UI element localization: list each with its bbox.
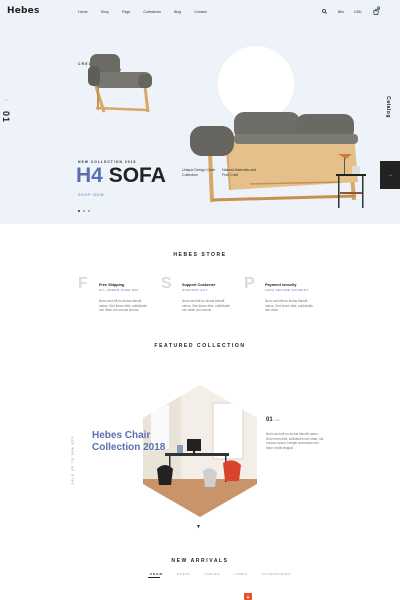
arrivals-section-title: NEW ARRIVALS	[171, 558, 229, 564]
feature-subtitle: SUPPORT 24/7	[182, 288, 208, 292]
site-header: Hebes Home Shop Page Collections Blog Co…	[0, 0, 400, 24]
featured-section-title: FEATURED COLLECTION	[154, 343, 246, 349]
feature-letter: F	[78, 275, 88, 292]
slide-number: 01	[1, 110, 12, 124]
tab-chair[interactable]: CHAIR	[150, 572, 163, 576]
collection-counter: 01 / 04	[266, 417, 279, 423]
search-icon[interactable]	[322, 9, 327, 14]
tab-tables[interactable]: TABLES	[205, 572, 220, 576]
armchair-image	[88, 54, 152, 113]
slider-dots	[78, 210, 93, 212]
currency-menu[interactable]: USD	[354, 10, 362, 14]
hero-description-2: Natural Materials and Fine Craft	[222, 168, 257, 177]
tab-lamps[interactable]: LAMPS	[234, 572, 248, 576]
feature-text: Nunc sed elit eu lectus blandit varius. …	[182, 299, 230, 313]
feature-letter: P	[244, 275, 255, 292]
side-table-image	[336, 154, 366, 208]
feature-subtitle: 100% SECURE PAYMENT	[265, 288, 309, 292]
hero-title-accent: H4	[76, 164, 103, 187]
hero-description-1: Unique Design Chair Collection	[182, 168, 216, 177]
slider-next-button[interactable]: →	[380, 161, 400, 189]
hero-title-main: SOFA	[108, 164, 166, 187]
collection-title[interactable]: Hebes Chair Collection 2018	[92, 430, 182, 454]
slider-dot-1[interactable]	[78, 210, 80, 212]
cart-icon	[372, 9, 379, 15]
slide-counter-label: ⊂	[4, 98, 9, 102]
collection-number: 01	[266, 417, 273, 423]
shop-now-link[interactable]: SHOP NOW	[78, 193, 104, 197]
feature-text: Nunc sed elit eu lectus blandit varius. …	[99, 299, 147, 313]
arrivals-tabs: CHAIR SOFAS TABLES LAMPS ACCESSORIES	[150, 572, 305, 576]
scroll-to-top-button[interactable]: ▲	[244, 593, 252, 600]
slider-dot-3[interactable]	[88, 210, 90, 212]
store-section-title: HEBES STORE	[173, 252, 227, 258]
cart-count-badge: 0	[376, 6, 381, 10]
collection-total: / 04	[274, 418, 280, 422]
account-menu[interactable]: Blio	[338, 10, 344, 14]
feature-text: Nunc sed elit eu lectus blandit varius. …	[265, 299, 313, 313]
nav-contact[interactable]: Contact	[194, 10, 206, 14]
feature-letter: S	[161, 275, 172, 292]
tab-accessories[interactable]: ACCESSORIES	[262, 572, 291, 576]
active-tab-underline	[148, 577, 160, 578]
nav-home[interactable]: Home	[78, 10, 88, 14]
collection-vertical-label: SALE UP TO 50% OFF	[70, 435, 75, 485]
nav-blog[interactable]: Blog	[174, 10, 181, 14]
header-icons: Blio USD 0	[322, 6, 381, 15]
feature-title: Support Customer	[182, 283, 216, 287]
brand-logo[interactable]: Hebes	[7, 6, 40, 16]
arrow-right-icon: →	[387, 172, 393, 178]
cart-button[interactable]: 0	[372, 6, 381, 15]
nav-page[interactable]: Page	[122, 10, 130, 14]
slider-dot-2[interactable]	[83, 210, 85, 212]
nav-shop[interactable]: Shop	[101, 10, 109, 14]
feature-subtitle: ALL ORDER OVER $99	[99, 288, 139, 292]
hero-title: H4 SOFA	[76, 164, 166, 188]
feature-title: Free Shipping	[99, 283, 125, 287]
catalog-link[interactable]: Catalog	[385, 96, 391, 118]
arrow-up-icon: ▲	[246, 594, 250, 599]
hero-slider: ⊂ 01 CREATIVE SOFA COLLECTION NEW C	[0, 24, 400, 224]
feature-title: Payment security	[265, 283, 297, 287]
nav-collections[interactable]: Collections	[143, 10, 161, 14]
collection-description: Nunc sed elit eu lectus blandit varius. …	[266, 432, 324, 450]
hero-circle-decoration	[218, 46, 294, 122]
main-nav: Home Shop Page Collections Blog Contact	[78, 10, 220, 14]
chevron-down-icon[interactable]: ▼	[196, 524, 201, 530]
tab-sofas[interactable]: SOFAS	[177, 572, 191, 576]
